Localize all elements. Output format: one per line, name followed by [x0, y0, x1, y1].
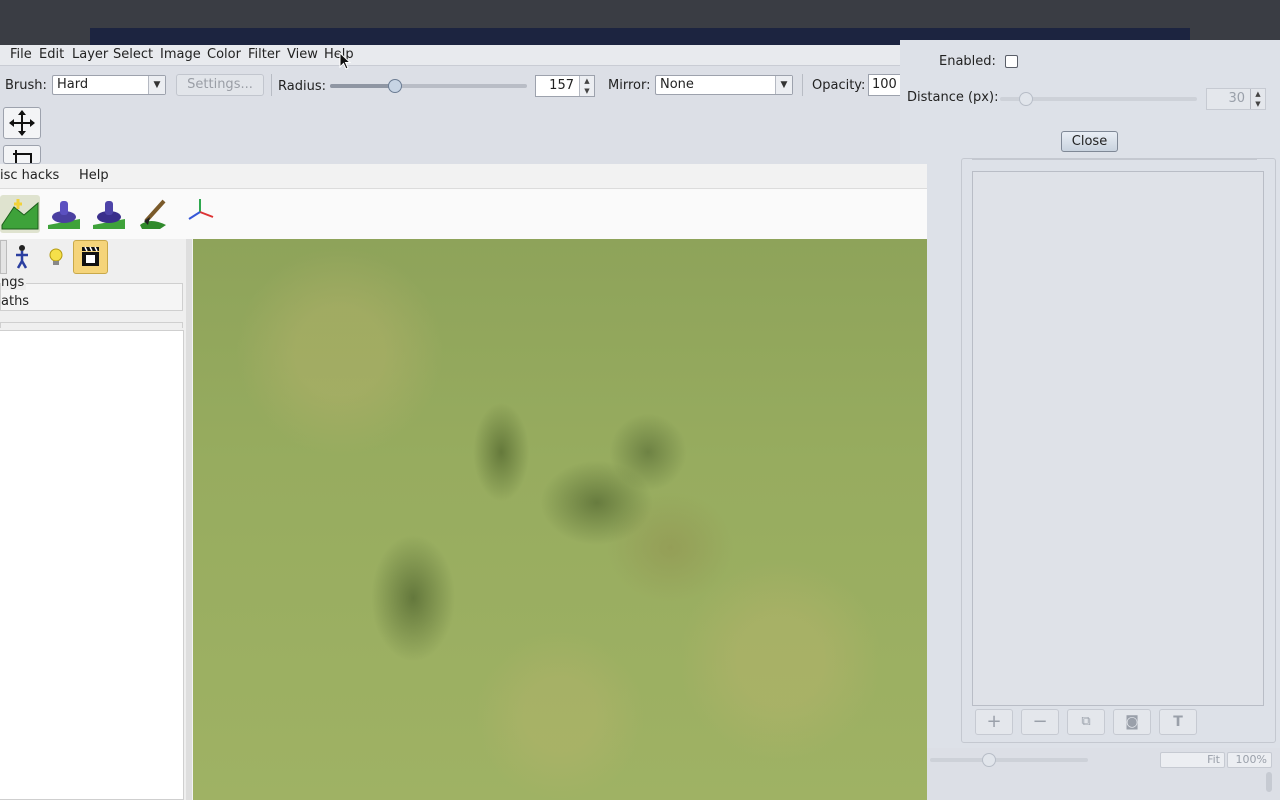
light-icon[interactable] — [42, 242, 70, 270]
move-tool-button[interactable] — [3, 107, 41, 139]
menu-file[interactable]: File — [10, 47, 32, 62]
spin-down-icon[interactable]: ▼ — [1250, 99, 1265, 109]
zoom-slider-track[interactable] — [930, 758, 1088, 762]
mouse-pointer-icon — [339, 52, 351, 70]
editor-menu-misc-hacks[interactable]: isc hacks — [0, 168, 59, 183]
radius-spinbox[interactable]: 157 ▲ ▼ — [535, 75, 595, 97]
paint-brush-blue-icon[interactable] — [46, 195, 82, 231]
toolbar-separator — [271, 74, 272, 96]
clapper-icon — [82, 246, 99, 266]
brush-label: Brush: — [5, 78, 47, 93]
duplicate-icon: ⧉ — [1081, 714, 1091, 729]
spin-up-icon[interactable]: ▲ — [579, 76, 594, 86]
text-icon: T — [1173, 714, 1183, 730]
main-menubar: File Edit Layer Select Image Color Filte… — [0, 45, 905, 66]
spin-down-icon[interactable]: ▼ — [579, 86, 594, 96]
distance-slider-handle[interactable] — [1019, 92, 1033, 106]
remove-layer-button[interactable]: − — [1021, 709, 1059, 735]
mirror-select-value: None — [660, 77, 694, 92]
brush-select-value: Hard — [57, 77, 89, 92]
menu-color[interactable]: Color — [207, 47, 241, 62]
fit-button[interactable]: Fit — [1160, 752, 1225, 768]
panel-settings-label: ngs — [1, 275, 27, 290]
layers-list[interactable] — [972, 171, 1264, 706]
zoom-slider-handle[interactable] — [982, 753, 996, 767]
zoom-level[interactable]: 100% — [1227, 752, 1272, 768]
mirror-select[interactable]: None ▼ — [655, 75, 793, 95]
menu-filter[interactable]: Filter — [248, 47, 280, 62]
move-icon — [9, 110, 35, 136]
crop-tool-button[interactable] — [3, 145, 41, 164]
panel-paths-label: aths — [1, 294, 30, 309]
enabled-checkbox[interactable] — [1005, 55, 1018, 68]
text-layer-button[interactable]: T — [1159, 709, 1197, 735]
radius-slider-handle[interactable] — [388, 79, 402, 93]
axis-gizmo-icon[interactable] — [185, 197, 215, 227]
duplicate-layer-button[interactable]: ⧉ — [1067, 709, 1105, 735]
add-icon: + — [986, 711, 1002, 732]
brush-settings-button[interactable]: Settings... — [176, 74, 264, 96]
menu-image[interactable]: Image — [160, 47, 201, 62]
close-button[interactable]: Close — [1061, 131, 1118, 152]
spin-up-icon[interactable]: ▲ — [1250, 89, 1265, 99]
terrain-tool-button[interactable] — [0, 195, 40, 233]
radius-label: Radius: — [278, 79, 326, 94]
texture-brush-icon[interactable] — [136, 195, 172, 231]
vertical-scrollbar[interactable] — [1266, 772, 1272, 792]
opacity-spinbox[interactable]: 100 — [868, 74, 904, 96]
menu-view[interactable]: View — [287, 47, 318, 62]
mask-layer-button[interactable]: ◙ — [1113, 709, 1151, 735]
menu-edit[interactable]: Edit — [39, 47, 64, 62]
tool-options-bar: Brush: Hard ▼ Settings... Radius: 157 ▲ … — [0, 70, 905, 102]
paint-brush-purple-icon[interactable] — [91, 195, 127, 231]
brush-select[interactable]: Hard ▼ — [52, 75, 166, 95]
mirror-label: Mirror: — [608, 78, 651, 93]
panel-settings-row[interactable]: ngs aths — [0, 275, 183, 311]
scene-tree[interactable] — [0, 330, 184, 800]
frame-divider — [972, 159, 1257, 160]
terrain-icon — [1, 199, 39, 230]
add-layer-button[interactable]: + — [975, 709, 1013, 735]
chevron-down-icon: ▼ — [775, 76, 792, 94]
distance-spinbox[interactable]: 30 ▲ ▼ — [1206, 88, 1266, 110]
chevron-down-icon: ▼ — [148, 76, 165, 94]
person-icon[interactable] — [8, 242, 36, 270]
toolbar-separator — [802, 74, 803, 96]
distance-value: 30 — [1228, 91, 1245, 106]
editor-menubar: isc hacks Help — [0, 164, 927, 189]
enabled-label: Enabled: — [939, 54, 996, 69]
opacity-label: Opacity: — [812, 78, 866, 93]
3d-viewport[interactable] — [193, 239, 927, 800]
panel-icon[interactable] — [0, 240, 7, 274]
editor-toolbar — [0, 189, 927, 239]
editor-menu-help[interactable]: Help — [79, 168, 109, 183]
radius-value: 157 — [549, 78, 574, 93]
remove-icon: − — [1032, 711, 1048, 732]
mask-icon: ◙ — [1125, 714, 1139, 730]
menu-select[interactable]: Select — [113, 47, 153, 62]
opacity-value: 100 — [872, 77, 897, 92]
panel-splitter[interactable] — [186, 239, 192, 800]
panel-separator — [0, 322, 183, 328]
distance-label: Distance (px): — [907, 90, 999, 105]
crop-icon — [13, 150, 32, 163]
clapper-tool-button[interactable] — [73, 240, 108, 274]
menu-layer[interactable]: Layer — [72, 47, 108, 62]
radius-slider-fill — [330, 84, 394, 88]
